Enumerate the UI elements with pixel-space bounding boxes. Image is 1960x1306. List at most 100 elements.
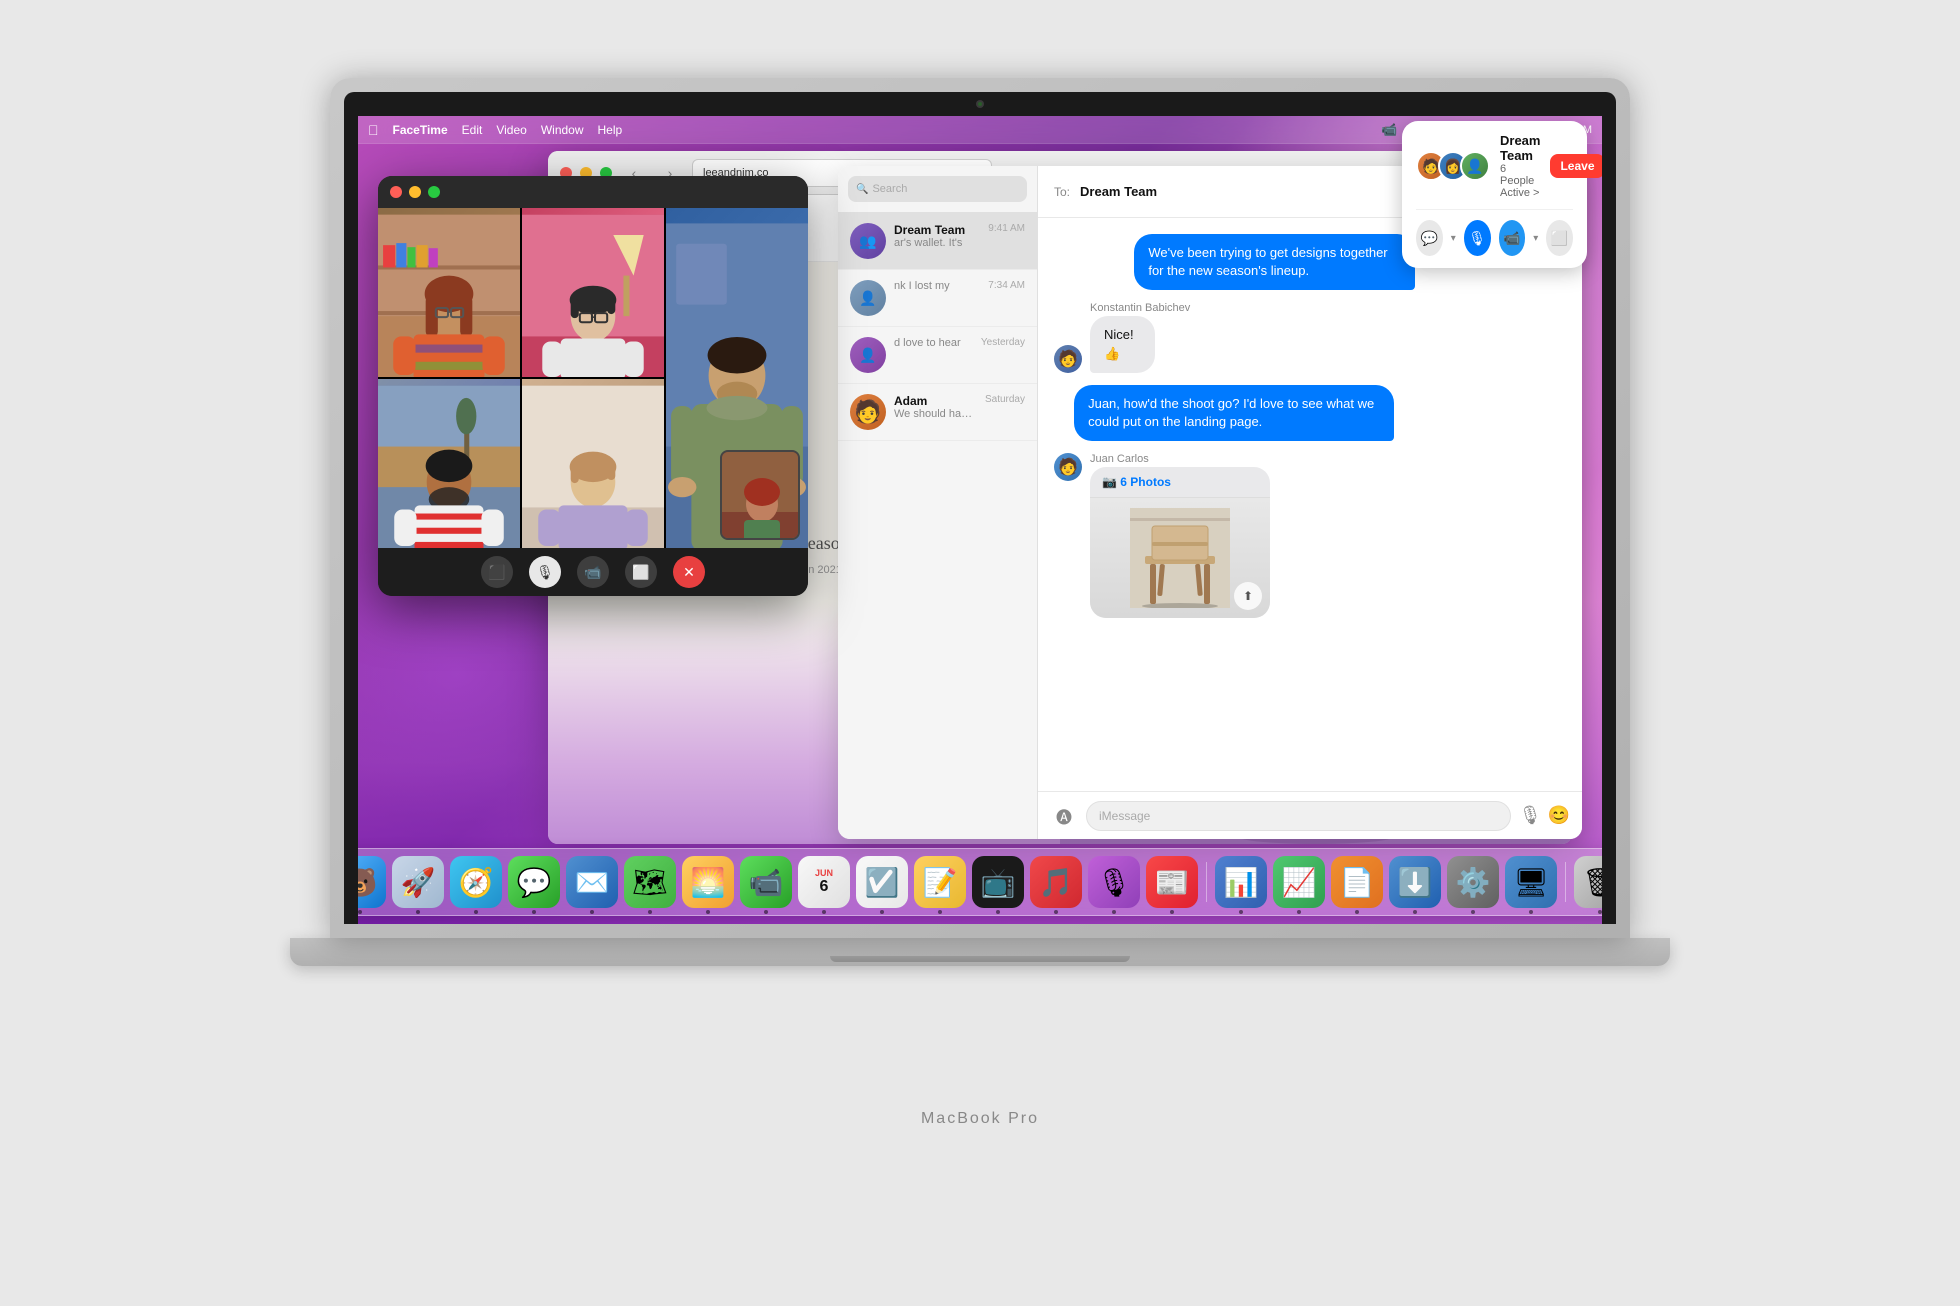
facetime-controls: ⬛ 🎙 📹 ⬜ ✕ — [378, 548, 808, 596]
facetime-participant-5 — [522, 379, 664, 548]
dock-finder[interactable]: 🐻 — [358, 856, 386, 908]
konstantin-avatar: 🧑 — [1054, 345, 1082, 373]
screen-bezel:  FaceTime Edit Video Window Help 📹 ▬ ◈ … — [344, 92, 1616, 924]
conv3-avatar: 👤 — [850, 337, 886, 373]
help-menu[interactable]: Help — [598, 123, 623, 137]
dock-news[interactable]: 📰 — [1146, 856, 1198, 908]
video-menu[interactable]: Video — [496, 123, 526, 137]
dream-team-avatar: 👥 — [850, 223, 886, 259]
macbook-label: MacBook Pro — [921, 1110, 1039, 1128]
mic-action-button[interactable]: 🎙 — [1464, 220, 1491, 256]
dock-appstore[interactable]: ⬇️ — [1389, 856, 1441, 908]
bubble-sent-2: Juan, how'd the shoot go? I'd love to se… — [1074, 385, 1394, 441]
dock-messages[interactable]: 💬 — [508, 856, 560, 908]
window-menu[interactable]: Window — [541, 123, 584, 137]
screen-share-button[interactable]: ⬛ — [481, 556, 513, 588]
dock-settings[interactable]: ⚙️ — [1447, 856, 1499, 908]
dock-divider — [1206, 862, 1207, 902]
video-action-button[interactable]: 📹 — [1499, 220, 1526, 256]
sender-name-konstantin: Konstantin Babichev — [1090, 302, 1190, 314]
effects-button[interactable]: ⬜ — [625, 556, 657, 588]
messages-search: 🔍 Search — [838, 166, 1037, 213]
chat-name: Dream Team — [1080, 184, 1157, 199]
end-call-button[interactable]: ✕ — [673, 556, 705, 588]
dock-pages[interactable]: 📄 — [1331, 856, 1383, 908]
sp-avatars: 🧑 👩 👤 — [1416, 151, 1490, 181]
dock-mail[interactable]: ✉️ — [566, 856, 618, 908]
photo-label: 📷 6 Photos — [1090, 467, 1270, 498]
sp-header: 🧑 👩 👤 Dream Team 6 People Active > Leave — [1416, 133, 1573, 199]
shareplay-action-button[interactable]: ⬜ — [1546, 220, 1573, 256]
video-chevron: ▾ — [1533, 233, 1538, 244]
dock-appletv[interactable]: 📺 — [972, 856, 1024, 908]
juan-avatar: 🧑 — [1054, 453, 1082, 481]
app-drawer-button[interactable]: 🅐 — [1050, 802, 1078, 830]
sender-name-juan: Juan Carlos — [1090, 453, 1270, 465]
chat-body: We've been trying to get designs togethe… — [1038, 218, 1582, 791]
chat-input-area: 🅐 iMessage 🎙 😊 — [1038, 791, 1582, 839]
app-name-menu[interactable]: FaceTime — [393, 123, 448, 137]
chat-action-button[interactable]: 💬 — [1416, 220, 1443, 256]
photo-action-button[interactable]: ⬆ — [1234, 582, 1262, 610]
dock-podcasts[interactable]: 🎙 — [1088, 856, 1140, 908]
emoji-button[interactable]: 😊 — [1548, 805, 1570, 826]
dock-facetime[interactable]: 📹 — [740, 856, 792, 908]
desktop:  FaceTime Edit Video Window Help 📹 ▬ ◈ … — [358, 116, 1602, 924]
apple-menu[interactable]:  — [368, 122, 379, 138]
sent-message-2: Juan, how'd the shoot go? I'd love to se… — [1074, 385, 1566, 441]
dock-music[interactable]: 🎵 — [1030, 856, 1082, 908]
facetime-thumbnail — [720, 450, 800, 540]
facetime-participant-2 — [522, 208, 664, 377]
chat-chevron: ▾ — [1451, 233, 1456, 244]
audio-input-icon[interactable]: 🎙 — [1519, 805, 1542, 826]
macbook-lid:  FaceTime Edit Video Window Help 📹 ▬ ◈ … — [330, 78, 1630, 938]
facetime-participant-1 — [378, 208, 520, 377]
sp-action-buttons: 💬 ▾ 🎙 📹 ▾ ⬜ — [1416, 209, 1573, 256]
camera-dot — [976, 100, 984, 108]
photo-grid[interactable]: 📷 6 Photos — [1090, 467, 1270, 618]
shareplay-notification: 🧑 👩 👤 Dream Team 6 People Active > Leave… — [1402, 121, 1587, 268]
conversation-saturday[interactable]: 🧑 Adam We should hang out soon! Saturday — [838, 384, 1037, 441]
dock-calendar[interactable]: JUN 6 — [798, 856, 850, 908]
edit-menu[interactable]: Edit — [462, 123, 483, 137]
dock-trash[interactable]: 🗑 — [1574, 856, 1602, 908]
dock-photos[interactable]: 🌅 — [682, 856, 734, 908]
dock-reminders[interactable]: ☑️ — [856, 856, 908, 908]
sp-group-name: Dream Team — [1500, 133, 1540, 163]
dock-safari[interactable]: 🧭 — [450, 856, 502, 908]
macbook:  FaceTime Edit Video Window Help 📹 ▬ ◈ … — [290, 78, 1670, 1228]
conversation-yesterday[interactable]: 👤 d love to hear Yesterday — [838, 327, 1037, 384]
dock-screentime[interactable]: 🖥 — [1505, 856, 1557, 908]
adam-avatar: 🧑 — [850, 394, 886, 430]
message-input[interactable]: iMessage — [1086, 801, 1511, 831]
conv2-avatar: 👤 — [850, 280, 886, 316]
dock-maps[interactable]: 🗺 — [624, 856, 676, 908]
input-placeholder: iMessage — [1099, 809, 1150, 823]
macbook-hinge — [830, 956, 1130, 962]
leave-button[interactable]: Leave — [1550, 154, 1602, 178]
dock-notes[interactable]: 📝 — [914, 856, 966, 908]
mute-button[interactable]: 🎙 — [529, 556, 561, 588]
macbook-base — [290, 938, 1670, 966]
facetime-window: ⬛ 🎙 📹 ⬜ ✕ — [378, 176, 808, 596]
dock-divider-2 — [1565, 862, 1566, 902]
dream-team-info: Dream Team ar's wallet. It's — [894, 223, 980, 249]
messages-sidebar: 🔍 Search 👥 Dream Team ar's wallet. It's — [838, 166, 1038, 839]
bubble-sent-1: We've been trying to get designs togethe… — [1134, 234, 1415, 290]
dock-numbers[interactable]: 📈 — [1273, 856, 1325, 908]
dock-keynote[interactable]: 📊 — [1215, 856, 1267, 908]
dock: 🐻 🚀 🧭 💬 ✉️ 🗺 🌅 📹 JUN 6 ☑️ 📝 📺 🎵 — [358, 848, 1602, 916]
received-message-photos: 🧑 Juan Carlos 📷 6 Photos — [1054, 453, 1566, 618]
conversation-7-34[interactable]: 👤 nk I lost my 7:34 AM — [838, 270, 1037, 327]
camera-button[interactable]: 📹 — [577, 556, 609, 588]
messages-search-input[interactable]: 🔍 Search — [848, 176, 1027, 202]
conversation-dream-team[interactable]: 👥 Dream Team ar's wallet. It's 9:41 AM — [838, 213, 1037, 270]
photo-preview: ⬆ — [1090, 498, 1270, 618]
received-message-1: 🧑 Konstantin Babichev Nice! 👍 — [1054, 302, 1566, 372]
ft-minimize-button[interactable] — [409, 186, 421, 198]
ft-close-button[interactable] — [390, 186, 402, 198]
facetime-participant-4 — [378, 379, 520, 548]
dock-launchpad[interactable]: 🚀 — [392, 856, 444, 908]
ft-maximize-button[interactable] — [428, 186, 440, 198]
sp-people-count: 6 People Active > — [1500, 163, 1540, 199]
